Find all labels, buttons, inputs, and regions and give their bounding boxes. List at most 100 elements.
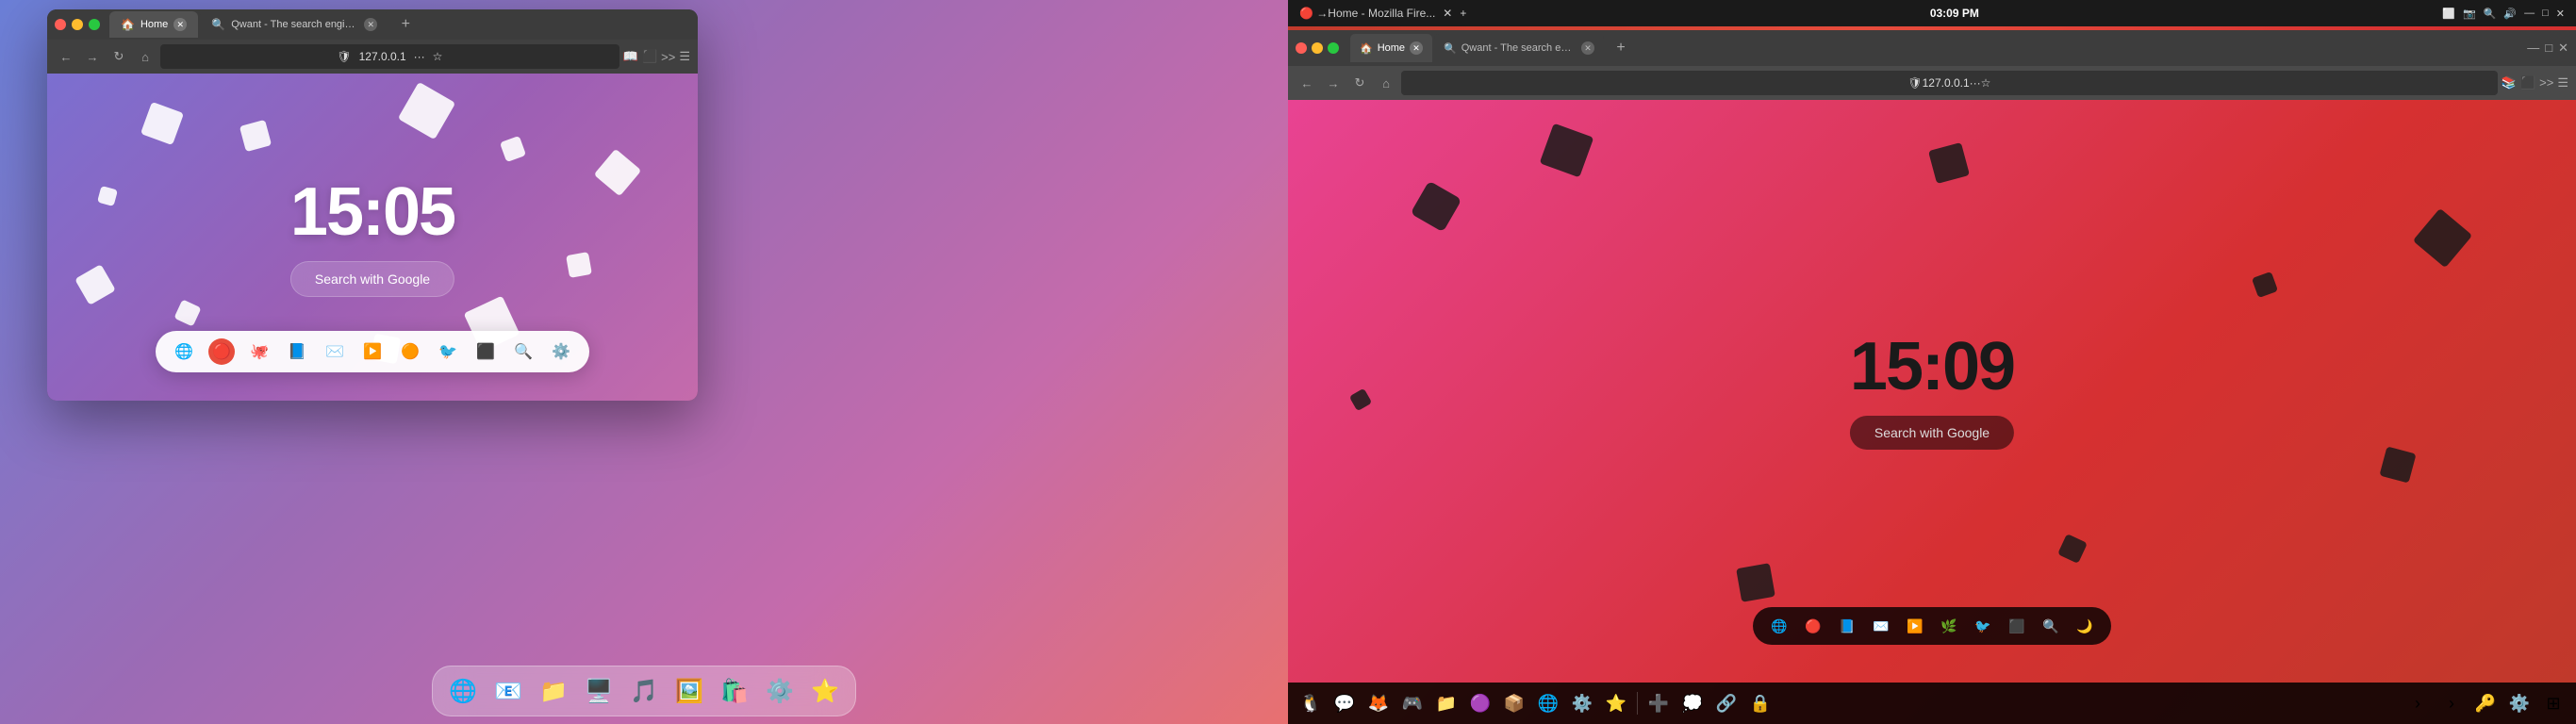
dock-browser[interactable]: 🌐 (444, 672, 482, 710)
dock-mail[interactable]: 📧 (489, 672, 527, 710)
app-menu[interactable]: 🔴 →Home - Mozilla Fire... (1299, 7, 1435, 20)
ff-minimize[interactable] (1312, 42, 1323, 54)
bookmark-red[interactable]: 🔴 (208, 338, 235, 365)
tab-home[interactable]: 🏠 Home ✕ (109, 11, 198, 38)
rb-twitter[interactable]: 🐦 (1972, 615, 1994, 637)
bookmark-gmail[interactable]: ✉️ (322, 338, 348, 365)
ff-tab-close-qwant[interactable]: ✕ (1581, 41, 1594, 55)
taskbar-star2[interactable]: ⭐ (1601, 688, 1631, 718)
taskbar-firefox[interactable]: 🦊 (1363, 688, 1394, 718)
rb-green[interactable]: 🌿 (1938, 615, 1960, 637)
volume-icon[interactable]: 🔊 (2503, 8, 2517, 20)
bookmark-twitter[interactable]: 🐦 (435, 338, 461, 365)
bookmark-settings[interactable]: ⚙️ (548, 338, 574, 365)
dock-settings2[interactable]: ⚙️ (761, 672, 799, 710)
ff-reload[interactable]: ↻ (1348, 72, 1371, 94)
taskbar-key[interactable]: 🔑 (2470, 688, 2501, 718)
taskbar-settings3[interactable]: ⚙️ (2504, 688, 2535, 718)
ff-forward[interactable]: → (1322, 72, 1345, 94)
taskbar-chevron2[interactable]: › (2436, 688, 2467, 718)
ff-sidebar-icon[interactable]: ⬛ (2520, 75, 2535, 90)
back-button[interactable]: ← (55, 45, 77, 68)
maximize-button[interactable] (89, 19, 100, 30)
rb-chrome[interactable]: 🌐 (1768, 615, 1791, 637)
win-max[interactable]: □ (2545, 41, 2552, 56)
taskbar-chain[interactable]: 🔗 (1711, 688, 1742, 718)
rb-moon[interactable]: 🌙 (2073, 615, 2096, 637)
taskbar-dev[interactable]: ⚙️ (1567, 688, 1597, 718)
minimize-button[interactable] (72, 19, 83, 30)
taskbar-files[interactable]: 🐧 (1296, 688, 1326, 718)
rb-mail[interactable]: ✉️ (1870, 615, 1892, 637)
win-close[interactable]: ✕ (2558, 41, 2568, 56)
bookmark-github[interactable]: 🐙 (246, 338, 272, 365)
rb-fb[interactable]: 📘 (1836, 615, 1858, 637)
dock-photos[interactable]: 🖼️ (670, 672, 708, 710)
forward-button[interactable]: → (81, 45, 104, 68)
search-topbar-icon[interactable]: 🔍 (2484, 8, 2497, 20)
bookmark-facebook[interactable]: 📘 (284, 338, 310, 365)
linux-taskbar: 🐧 💬 🦊 🎮 📁 🟣 📦 🌐 ⚙️ ⭐ ➕ 💭 🔗 🔒 › › 🔑 ⚙️ ⊞ (1288, 683, 2576, 724)
home-button[interactable]: ⌂ (134, 45, 157, 68)
ff-tab-close-home[interactable]: ✕ (1410, 41, 1423, 55)
tab-close-home[interactable]: ✕ (173, 18, 187, 31)
reload-button[interactable]: ↻ (107, 45, 130, 68)
tab-close-qwant[interactable]: ✕ (364, 18, 377, 31)
ff-address-bar[interactable]: 🛡 127.0.0.1 ··· ☆ (1401, 71, 2498, 95)
bookmark-orange[interactable]: 🟠 (397, 338, 423, 365)
dock-terminal[interactable]: 🖥️ (580, 672, 618, 710)
ff-home-nav[interactable]: ⌂ (1375, 72, 1397, 94)
taskbar-chevron[interactable]: › (2403, 688, 2433, 718)
ff-tab-qwant[interactable]: 🔍 Qwant - The search engine that respect… (1434, 34, 1604, 62)
camera-icon[interactable]: 📷 (2463, 8, 2476, 20)
win-min[interactable]: — (2527, 41, 2539, 56)
rb-red[interactable]: 🔴 (1802, 615, 1825, 637)
dock-music[interactable]: 🎵 (625, 672, 663, 710)
ff-menu[interactable]: ☰ (2557, 75, 2568, 90)
maximize-right[interactable]: □ (2542, 8, 2549, 19)
close-right[interactable]: ✕ (2556, 8, 2565, 20)
taskbar-lock[interactable]: 🔒 (1745, 688, 1775, 718)
bookmark-youtube[interactable]: ▶️ (359, 338, 386, 365)
rb-yt[interactable]: ▶️ (1904, 615, 1926, 637)
tab-qwant[interactable]: 🔍 Qwant - The search engine that respect… (200, 11, 388, 38)
taskbar-purple[interactable]: 🟣 (1465, 688, 1495, 718)
dock-store[interactable]: 🛍️ (716, 672, 753, 710)
new-tab-button[interactable]: + (394, 13, 417, 36)
taskbar-grid[interactable]: ⊞ (2538, 688, 2568, 718)
dock-files[interactable]: 📁 (535, 672, 572, 710)
ff-overflow[interactable]: >> (2539, 75, 2553, 90)
taskbar-folder[interactable]: 📁 (1431, 688, 1461, 718)
dock-star[interactable]: ⭐ (806, 672, 844, 710)
ff-tab-home[interactable]: 🏠 Home ✕ (1350, 34, 1432, 62)
screenshot-icon[interactable]: ⬜ (2442, 8, 2455, 20)
right-search-bar[interactable]: Search with Google (1850, 416, 2014, 450)
topbar-new[interactable]: + (1460, 7, 1466, 20)
rb-google[interactable]: 🔍 (2039, 615, 2062, 637)
bookmark-dark[interactable]: ⬛ (472, 338, 499, 365)
sidebar-icon[interactable]: ⬛ (642, 49, 657, 64)
taskbar-packages[interactable]: 📦 (1499, 688, 1529, 718)
bookmark-google[interactable]: 🔍 (510, 338, 537, 365)
ff-library[interactable]: 📚 (2502, 75, 2517, 90)
menu-icon[interactable]: ☰ (679, 49, 690, 64)
reader-icon[interactable]: 📖 (623, 49, 638, 64)
minimize-right[interactable]: — (2524, 8, 2535, 19)
menu-dots: ··· (414, 50, 425, 63)
ff-maximize[interactable] (1328, 42, 1339, 54)
ff-new-tab[interactable]: + (1610, 37, 1632, 59)
close-button[interactable] (55, 19, 66, 30)
ff-close[interactable] (1296, 42, 1307, 54)
taskbar-chat[interactable]: 💭 (1677, 688, 1708, 718)
rb-dark2[interactable]: ⬛ (2006, 615, 2028, 637)
taskbar-terminal[interactable]: 💬 (1329, 688, 1360, 718)
overflow-icon[interactable]: >> (661, 50, 675, 64)
ff-back[interactable]: ← (1296, 72, 1318, 94)
topbar-close[interactable]: ✕ (1443, 7, 1452, 20)
address-bar[interactable]: 🛡 127.0.0.1 ··· ☆ (160, 44, 619, 69)
bookmark-chrome[interactable]: 🌐 (171, 338, 197, 365)
left-search-bar[interactable]: Search with Google (290, 261, 454, 297)
taskbar-game[interactable]: 🎮 (1397, 688, 1428, 718)
taskbar-browser[interactable]: 🌐 (1533, 688, 1563, 718)
taskbar-plus[interactable]: ➕ (1643, 688, 1674, 718)
